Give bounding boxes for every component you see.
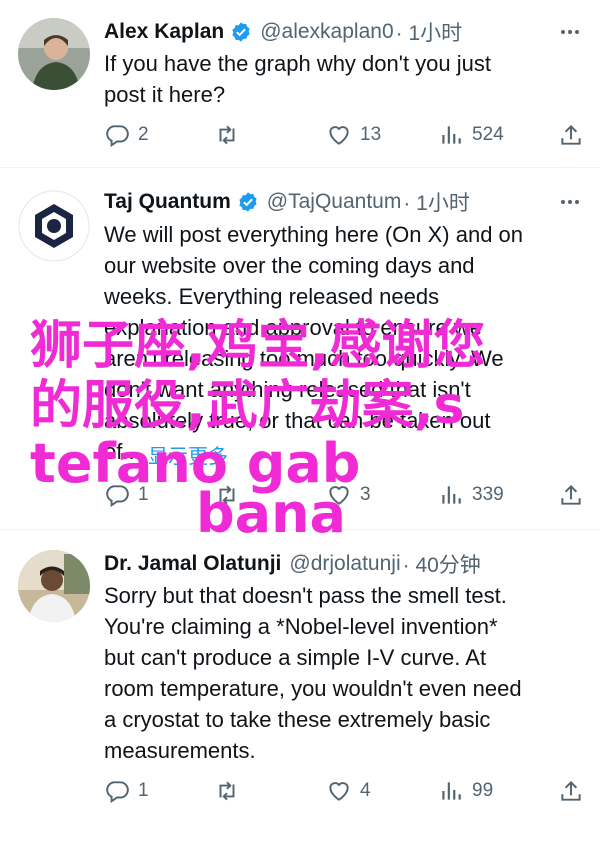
like-icon [329, 782, 349, 801]
author-handle[interactable]: @alexkaplan0 [260, 20, 393, 44]
tweet-header: Taj Quantum @TajQuantum · 1小时 [104, 186, 470, 218]
retweet-icon [219, 781, 235, 801]
text-line: but can't produce a simple I-V curve. At [104, 645, 487, 670]
reply-count: 2 [138, 124, 149, 145]
like-count: 3 [360, 484, 371, 505]
tweet-text: If you have the graph why don't you just… [104, 48, 584, 110]
timestamp[interactable]: · 1小时 [403, 187, 470, 217]
views-icon [442, 486, 461, 504]
like-count: 13 [360, 124, 382, 145]
author-name[interactable]: Dr. Jamal Olatunji [104, 552, 281, 576]
action-bar: 1 4 99 [104, 775, 584, 807]
author-handle[interactable]: @drjolatunji [289, 552, 400, 576]
views-count: 99 [472, 780, 494, 801]
like-button[interactable]: 13 [326, 119, 381, 151]
views-count: 339 [472, 484, 504, 505]
text-line: post it here? [104, 82, 226, 107]
reply-icon [106, 125, 129, 148]
reply-count: 1 [138, 780, 149, 801]
share-icon [561, 484, 581, 505]
text-line: We will post everything here (On X) and … [104, 222, 524, 247]
share-icon [561, 780, 581, 801]
more-icon[interactable] [558, 20, 582, 44]
views-count: 524 [472, 124, 504, 145]
views-icon [442, 782, 461, 800]
avatar[interactable] [18, 18, 90, 90]
retweet-button[interactable] [214, 775, 248, 807]
share-icon [561, 124, 581, 145]
text-line: our website over the coming days and [104, 253, 475, 278]
share-button[interactable] [558, 119, 584, 151]
tweet-3[interactable]: Dr. Jamal Olatunji @drjolatunji · 40分钟 S… [0, 530, 600, 847]
text-line: measurements. [104, 738, 256, 763]
retweet-icon [219, 125, 235, 145]
views-button[interactable]: 99 [438, 775, 493, 807]
tweet-1[interactable]: Alex Kaplan @alexkaplan0 · 1小时 If you ha… [0, 0, 600, 165]
like-button[interactable]: 4 [326, 775, 371, 807]
share-button[interactable] [558, 479, 584, 511]
text-line: Sorry but that doesn't pass the smell te… [104, 583, 507, 608]
text-line: weeks. Everything released needs [104, 284, 440, 309]
overlay-text-line-2: 的服役,武广劫案,s [30, 376, 465, 436]
action-bar: 2 13 524 [104, 119, 584, 151]
tweet-header: Dr. Jamal Olatunji @drjolatunji · 40分钟 [104, 548, 481, 580]
text-line: a cryostat to take these extremely basic [104, 707, 491, 732]
views-icon [442, 126, 461, 144]
share-button[interactable] [558, 775, 584, 807]
text-line: You're claiming a *Nobel-level invention… [104, 614, 498, 639]
author-name[interactable]: Alex Kaplan [104, 20, 224, 44]
reply-button[interactable]: 1 [104, 775, 149, 807]
text-line: If you have the graph why don't you just [104, 51, 491, 76]
reply-button[interactable]: 2 [104, 119, 149, 151]
like-icon [329, 126, 349, 145]
tweet-header: Alex Kaplan @alexkaplan0 · 1小时 [104, 16, 462, 48]
tweet-text: Sorry but that doesn't pass the smell te… [104, 580, 584, 766]
author-name[interactable]: Taj Quantum [104, 190, 231, 214]
timestamp[interactable]: · 40分钟 [403, 549, 481, 579]
verified-badge-icon [232, 22, 250, 42]
avatar[interactable] [18, 550, 90, 622]
text-line: room temperature, you wouldn't even need [104, 676, 522, 701]
avatar[interactable] [18, 190, 90, 262]
more-icon[interactable] [558, 190, 582, 214]
like-count: 4 [360, 780, 371, 801]
author-handle[interactable]: @TajQuantum [267, 190, 402, 214]
views-button[interactable]: 339 [438, 479, 504, 511]
verified-badge-icon [239, 192, 257, 212]
views-button[interactable]: 524 [438, 119, 504, 151]
overlay-text-line-1: 狮子座,鸡宝,感谢您 [30, 316, 486, 376]
retweet-button[interactable] [214, 119, 248, 151]
timestamp[interactable]: · 1小时 [396, 17, 463, 47]
overlay-text-line-4: bana [196, 482, 346, 545]
reply-icon [106, 781, 129, 804]
